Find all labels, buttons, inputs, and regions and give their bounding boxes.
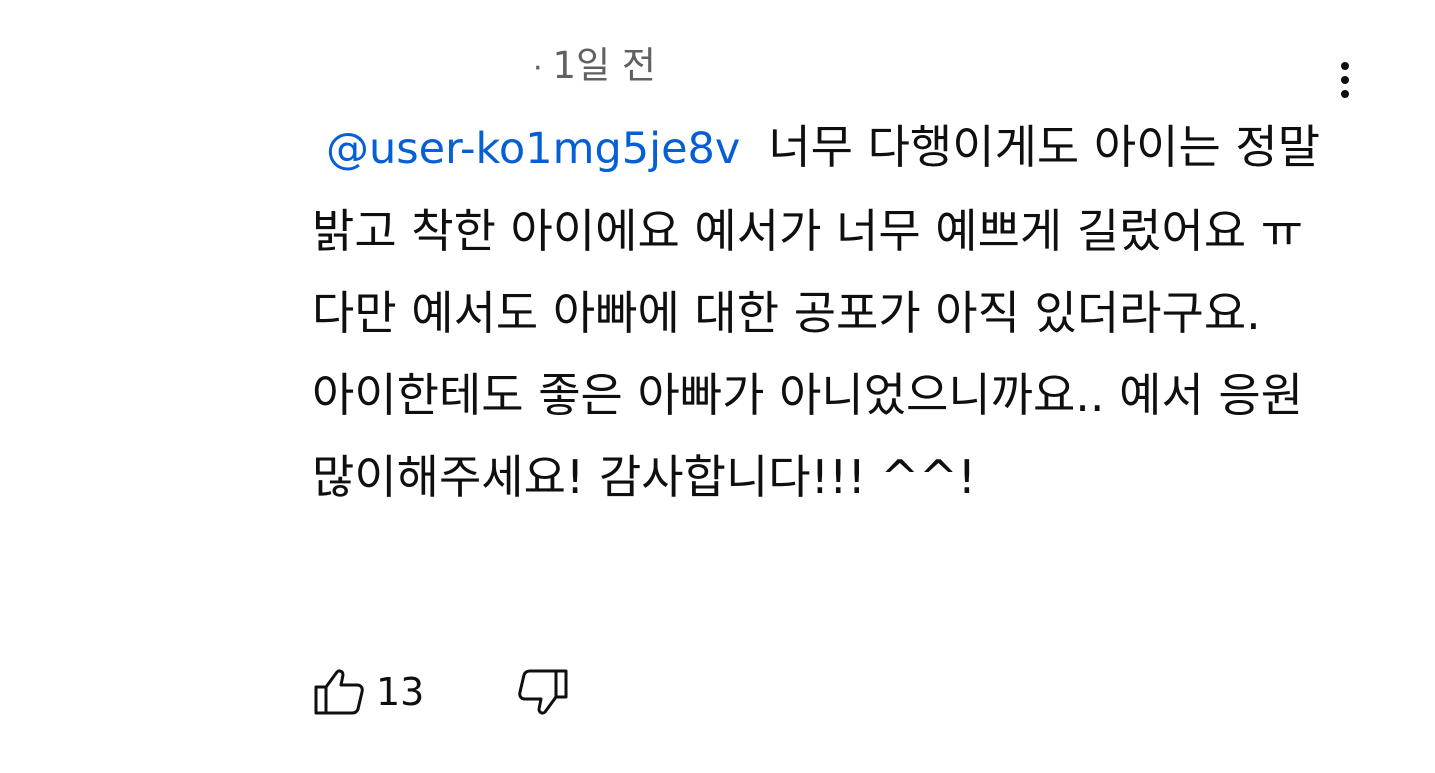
thumb-down-icon bbox=[516, 667, 570, 717]
comment-text: @user-ko1mg5je8v 너무 다행이게도 아이는 정말 밝고 착한 아이… bbox=[312, 106, 1332, 518]
like-button[interactable]: 13 bbox=[312, 667, 516, 717]
more-vert-icon bbox=[1341, 62, 1349, 98]
comment-body: 너무 다행이게도 아이는 정말 밝고 착한 아이에요 예서가 너무 예쁘게 길렀… bbox=[312, 120, 1321, 504]
more-options-button[interactable] bbox=[1320, 52, 1370, 108]
comment-actions: 13 bbox=[312, 662, 570, 722]
comment-item: · 1일 전 @user-ko1mg5je8v 너무 다행이게도 아이는 정말 밝고… bbox=[0, 0, 1435, 773]
mention-link[interactable]: @user-ko1mg5je8v bbox=[326, 124, 740, 174]
thumb-up-icon bbox=[312, 667, 366, 717]
like-count: 13 bbox=[376, 670, 425, 714]
comment-meta: · 1일 전 bbox=[533, 40, 656, 95]
dislike-button[interactable] bbox=[516, 667, 570, 717]
meta-separator: · bbox=[533, 51, 543, 86]
comment-timestamp[interactable]: 1일 전 bbox=[553, 44, 656, 87]
